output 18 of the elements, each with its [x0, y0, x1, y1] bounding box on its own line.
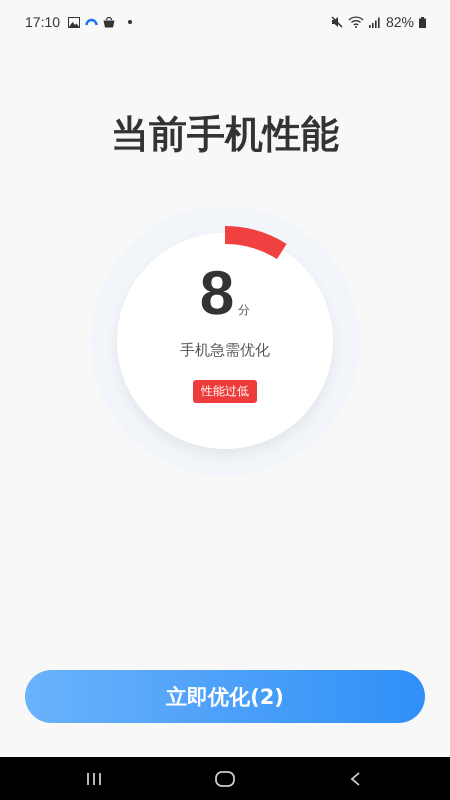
home-icon[interactable] — [214, 770, 235, 786]
score-value: 8 — [200, 263, 234, 325]
wifi-icon — [348, 16, 364, 28]
score-unit: 分 — [238, 302, 250, 319]
notification-dot-icon — [128, 20, 132, 24]
status-message: 手机急需优化 — [180, 341, 270, 360]
recent-apps-icon[interactable] — [86, 772, 102, 786]
page-title: 当前手机性能 — [110, 111, 340, 158]
image-icon — [68, 16, 80, 28]
mute-icon — [330, 16, 343, 28]
signal-icon — [368, 16, 380, 28]
performance-badge: 性能过低 — [193, 380, 257, 403]
score-arc — [224, 226, 286, 260]
shopping-bag-icon — [103, 16, 116, 28]
optimize-button[interactable]: 立即优化(2) — [25, 670, 425, 723]
status-time: 17:10 — [25, 14, 60, 30]
battery-percent: 82% — [386, 14, 414, 30]
battery-icon — [419, 16, 426, 28]
